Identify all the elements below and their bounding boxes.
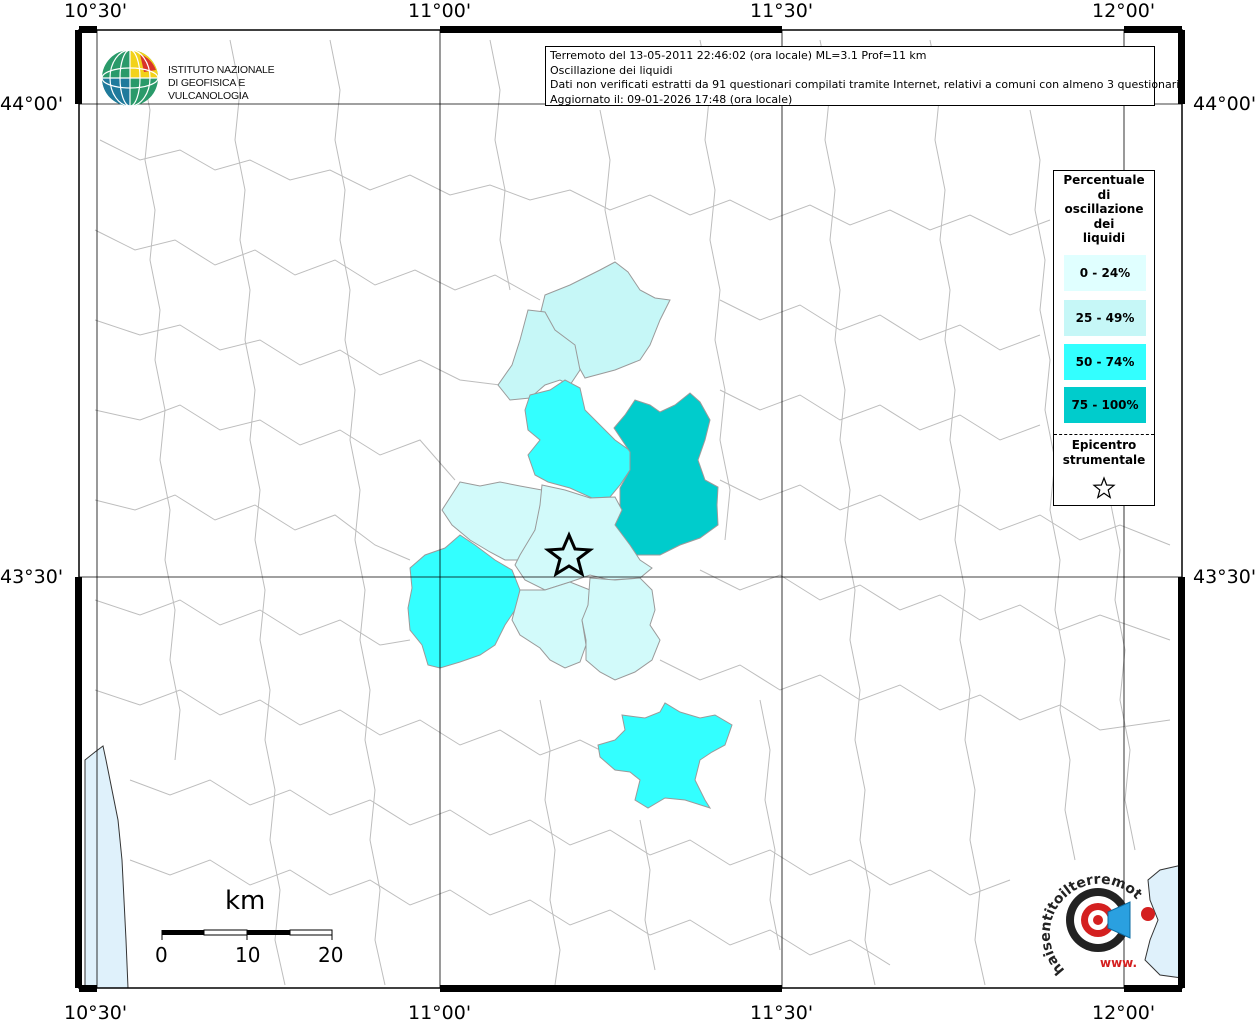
event-line: Terremoto del 13-05-2011 22:46:02 (ora l…	[550, 49, 927, 62]
scale-tick-20: 20	[318, 943, 344, 967]
legend-star-icon	[1092, 476, 1116, 499]
top-label-4: 12°00'	[1092, 0, 1156, 22]
legend-class-3: 50 - 74%	[1064, 344, 1146, 380]
legend-title-line: liquidi	[1082, 231, 1126, 245]
legend-class-4: 75 - 100%	[1064, 387, 1146, 423]
globe-icon	[101, 49, 159, 107]
event-info-box: Terremoto del 13-05-2011 22:46:02 (ora l…	[545, 46, 1183, 106]
ingv-logo: ISTITUTO NAZIONALE DI GEOFISICA E VULCAN…	[100, 48, 310, 110]
legend-class-label: 75 - 100%	[1071, 398, 1139, 412]
updated-line: Aggiornato il: 09-01-2026 17:48 (ora loc…	[550, 92, 793, 106]
top-label-1: 10°30'	[64, 0, 128, 22]
legend-class-2: 25 - 49%	[1064, 300, 1146, 336]
left-label-1: 44°00'	[0, 93, 64, 115]
legend-title: Percentuale di oscillazione dei liquidi	[1054, 173, 1154, 246]
legend-class-label: 25 - 49%	[1075, 311, 1135, 325]
legend-title-line: dei	[1093, 216, 1115, 231]
scale-tick-10: 10	[235, 943, 261, 967]
institute-name-line2: DI GEOFISICA E VULCANOLOGIA	[168, 77, 249, 102]
scale-bar	[161, 929, 333, 940]
left-label-2: 43°30'	[0, 566, 64, 588]
legend-class-label: 50 - 74%	[1075, 355, 1135, 369]
legend-epicenter-line: Epicentro	[1071, 438, 1137, 452]
right-label-2: 43°30'	[1193, 566, 1256, 588]
bottom-label-1: 10°30'	[64, 1002, 128, 1024]
legend-class-label: 0 - 24%	[1079, 266, 1131, 280]
parameter-line: Oscillazione dei liquidi	[550, 63, 673, 77]
haisentito-logo-graphic: haisentitoilterremoto.it www.	[1025, 850, 1155, 978]
legend-epicenter-line: strumentale	[1062, 453, 1146, 467]
legend-class-1: 0 - 24%	[1064, 255, 1146, 291]
institute-name-line1: ISTITUTO NAZIONALE	[168, 64, 275, 76]
bottom-label-4: 12°00'	[1092, 1002, 1156, 1024]
top-label-2: 11°00'	[408, 0, 472, 22]
haisentito-logo-www: www.	[1100, 956, 1137, 970]
bottom-label-2: 11°00'	[408, 1002, 472, 1024]
legend-epicenter-label: Epicentro strumentale	[1054, 438, 1154, 468]
haisentito-logo: haisentitoilterremoto.it www.	[1025, 850, 1180, 982]
right-label-1: 44°00'	[1193, 93, 1256, 115]
area-mid-dark	[613, 392, 719, 556]
legend-title-line: oscillazione	[1064, 202, 1144, 216]
scale-tick-0: 0	[155, 943, 168, 967]
legend-title-line: di	[1097, 187, 1111, 202]
source-line: Dati non verificati estratti da 91 quest…	[550, 78, 1183, 91]
bottom-label-3: 11°30'	[750, 1002, 814, 1024]
legend-title-line: Percentuale	[1063, 173, 1145, 187]
legend-separator	[1054, 434, 1154, 435]
scale-unit: km	[225, 886, 266, 916]
top-label-3: 11°30'	[750, 0, 814, 22]
legend: Percentuale di oscillazione dei liquidi …	[1053, 170, 1155, 506]
